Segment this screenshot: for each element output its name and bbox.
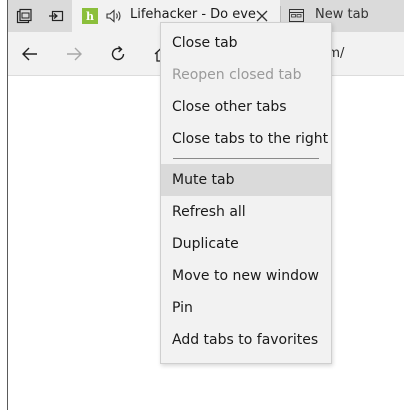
close-tab-icon[interactable]	[255, 9, 269, 23]
tabs-aside-button[interactable]	[8, 0, 40, 32]
lifehacker-favicon-icon: h	[82, 8, 98, 24]
new-tab-page-icon	[289, 9, 304, 22]
menu-item-close-other-tabs[interactable]: Close other tabs	[161, 91, 331, 123]
menu-item-refresh-all[interactable]: Refresh all	[161, 196, 331, 228]
menu-item-move-to-new-window[interactable]: Move to new window	[161, 260, 331, 292]
tab-context-menu: Close tab Reopen closed tab Close other …	[160, 22, 332, 364]
refresh-button[interactable]	[102, 38, 134, 70]
forward-arrow-icon	[67, 47, 82, 61]
set-aside-icon	[49, 10, 64, 22]
menu-item-add-tabs-to-favorites[interactable]: Add tabs to favorites	[161, 324, 331, 356]
menu-item-pin[interactable]: Pin	[161, 292, 331, 324]
forward-button[interactable]	[58, 38, 90, 70]
tab-title: New tab	[315, 7, 369, 22]
tab-title: Lifehacker - Do eve	[130, 7, 256, 22]
menu-item-close-tab[interactable]: Close tab	[161, 27, 331, 59]
refresh-icon	[111, 45, 125, 61]
back-arrow-icon	[22, 47, 37, 61]
menu-item-reopen-closed-tab: Reopen closed tab	[172, 67, 302, 83]
menu-separator	[173, 158, 319, 159]
tabs-aside-icon	[16, 8, 32, 24]
back-button[interactable]	[14, 38, 46, 70]
menu-item-mute-tab[interactable]: Mute tab	[161, 164, 331, 196]
menu-item-close-tabs-to-right[interactable]: Close tabs to the right	[161, 123, 331, 155]
menu-item-duplicate[interactable]: Duplicate	[161, 228, 331, 260]
show-aside-tabs-button[interactable]	[40, 0, 72, 32]
audio-playing-icon[interactable]	[105, 8, 123, 24]
